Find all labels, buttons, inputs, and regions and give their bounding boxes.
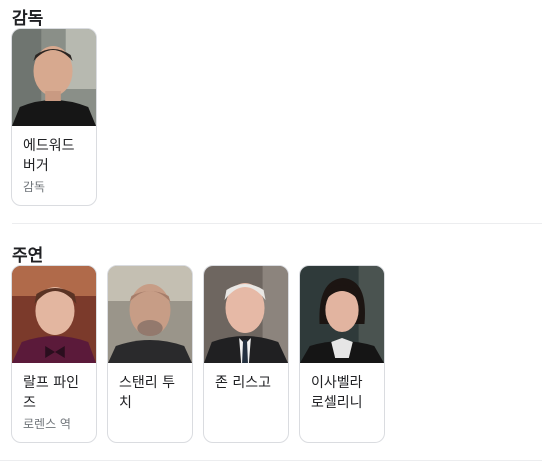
bottom-divider bbox=[0, 460, 542, 461]
person-name: 이사벨라 로셀리니 bbox=[311, 375, 363, 411]
person-role: 로렌스 역 bbox=[23, 417, 71, 431]
section-title-director: 감독 bbox=[12, 9, 44, 29]
person-card-john-lithgow[interactable]: 존 리스고 bbox=[203, 265, 289, 443]
person-name: 랄프 파인 즈 bbox=[23, 375, 79, 411]
person-photo bbox=[12, 29, 96, 126]
person-photo bbox=[12, 266, 96, 363]
person-card-edward-berger[interactable]: 에드워드 버거 감독 bbox=[11, 28, 97, 206]
person-name: 존 리스고 bbox=[215, 375, 271, 391]
person-card-stanley-tucci[interactable]: 스탠리 투 치 bbox=[107, 265, 193, 443]
person-card-ralph-fiennes[interactable]: 랄프 파인 즈 로렌스 역 bbox=[11, 265, 97, 443]
person-photo bbox=[300, 266, 384, 363]
person-card-isabella-rossellini[interactable]: 이사벨라 로셀리니 bbox=[299, 265, 385, 443]
person-photo bbox=[108, 266, 192, 363]
section-title-cast: 주연 bbox=[12, 246, 44, 266]
person-photo bbox=[204, 266, 288, 363]
person-role: 감독 bbox=[23, 180, 46, 194]
person-name: 스탠리 투 치 bbox=[119, 375, 175, 411]
person-name: 에드워드 버거 bbox=[23, 138, 75, 174]
section-divider bbox=[12, 223, 542, 224]
